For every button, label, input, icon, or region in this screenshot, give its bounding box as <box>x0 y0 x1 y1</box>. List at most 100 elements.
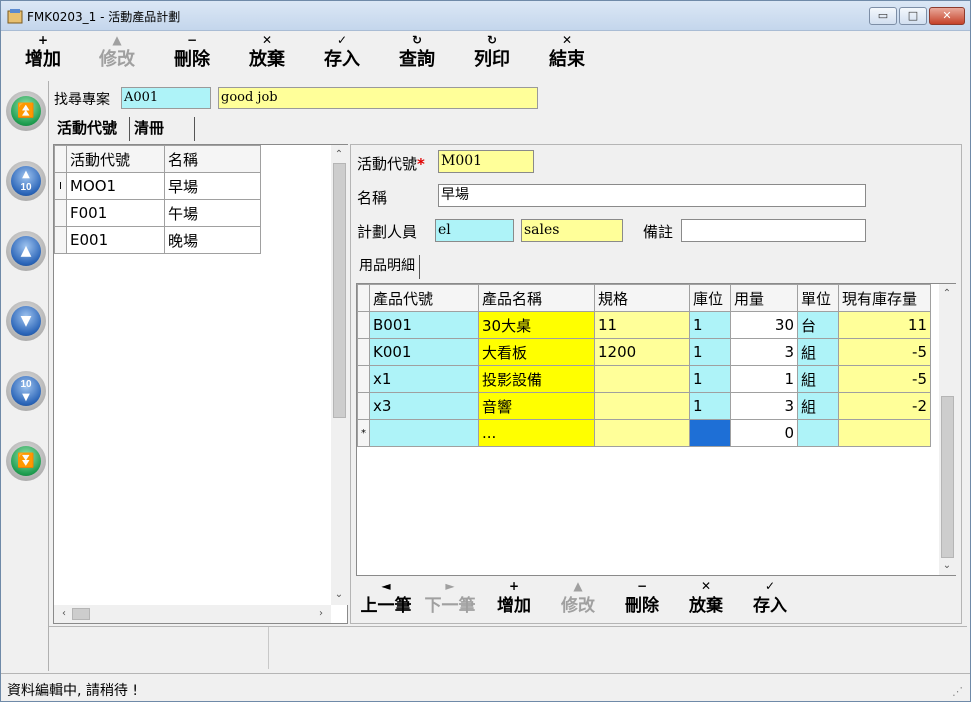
minimize-button[interactable]: ▭ <box>869 7 897 25</box>
detail-delete-button[interactable]: − 刪除 <box>612 579 672 618</box>
table-row[interactable]: E001 晚場 <box>54 226 261 254</box>
scroll-down-icon[interactable]: ⌄ <box>939 558 955 574</box>
col-product-name[interactable]: 產品名稱 <box>478 284 595 312</box>
table-header-row: 活動代號 名稱 <box>54 145 261 173</box>
prev-record-button[interactable]: ▲ <box>6 231 46 271</box>
discard-button[interactable]: ✕ 放棄 <box>237 33 297 75</box>
bottom-panel <box>49 626 967 670</box>
remark-label: 備註 <box>643 223 674 241</box>
search-code-input[interactable]: A001 <box>121 87 211 109</box>
close-button[interactable]: ✕ <box>929 7 965 25</box>
scroll-right-icon[interactable]: › <box>313 606 329 622</box>
up-10-icon: ▲ 10 <box>11 166 41 196</box>
prev-10-button[interactable]: ▲ 10 <box>6 161 46 201</box>
name-label: 名稱 <box>357 189 388 207</box>
required-mark: * <box>417 155 425 173</box>
tab-product-details[interactable]: 用品明細 <box>355 255 420 279</box>
col-unit[interactable]: 單位 <box>797 284 839 312</box>
maximize-button[interactable]: □ <box>899 7 927 25</box>
caret-up-icon: ▲ <box>573 579 583 593</box>
scroll-thumb[interactable] <box>941 396 954 558</box>
scroll-up-icon[interactable]: ⌃ <box>939 286 955 302</box>
check-icon: ✓ <box>764 579 776 593</box>
col-location[interactable]: 庫位 <box>689 284 731 312</box>
col-quantity[interactable]: 用量 <box>730 284 798 312</box>
prev-record-button[interactable]: ◄ 上一筆 <box>356 579 416 618</box>
edit-button[interactable]: ▲ 修改 <box>87 33 147 75</box>
main-toolbar: + 增加 ▲ 修改 − 刪除 ✕ 放棄 ✓ 存入 ↻ 查詢 ↻ 列印 ✕ 結束 <box>1 31 970 77</box>
col-product-code[interactable]: 產品代號 <box>369 284 479 312</box>
next-record-button[interactable]: ▼ <box>6 301 46 341</box>
detail-save-button[interactable]: ✓ 存入 <box>740 579 800 618</box>
col-activity-code[interactable]: 活動代號 <box>66 145 165 173</box>
bottom-panel-cell <box>49 627 269 669</box>
table-header-row: 產品代號 產品名稱 規格 庫位 用量 單位 現有庫存量 <box>357 284 931 312</box>
print-button[interactable]: ↻ 列印 <box>462 33 522 75</box>
row-indicator: I <box>54 172 67 200</box>
add-button[interactable]: + 增加 <box>13 33 73 75</box>
plus-icon: + <box>508 579 520 593</box>
x-icon: ✕ <box>261 33 273 47</box>
planner-label: 計劃人員 <box>357 223 418 241</box>
search-name-field: good job <box>218 87 538 109</box>
activity-list-grid: 活動代號 名稱 I MOO1 早場 F001 午場 E001 晚場 ⌃ ⌄ ‹ … <box>53 144 348 624</box>
table-row[interactable]: I MOO1 早場 <box>54 172 261 200</box>
table-row[interactable]: K001 大看板 1200 1 3 組 -5 <box>357 338 931 366</box>
selected-cell[interactable] <box>689 419 731 447</box>
title-bar: FMK0203_1 - 活動產品計劃 ▭ □ ✕ <box>1 1 970 31</box>
activity-code-input[interactable]: M001 <box>438 150 534 173</box>
scroll-thumb[interactable] <box>333 163 346 418</box>
new-row[interactable]: * ... 0 <box>357 419 931 447</box>
record-nav-column: ⏫ ▲ 10 ▲ ▼ 10 ▼ ⏬ <box>1 81 49 671</box>
scroll-down-icon[interactable]: ⌄ <box>331 587 347 603</box>
status-text: 資料編輯中, 請稍待 ! <box>7 683 138 699</box>
detail-vertical-scrollbar[interactable]: ⌃ ⌄ <box>939 284 956 575</box>
product-detail-table: 產品代號 產品名稱 規格 庫位 用量 單位 現有庫存量 B001 30大桌 11… <box>357 284 931 447</box>
scroll-left-icon[interactable]: ‹ <box>56 606 72 622</box>
table-row[interactable]: x3 音響 1 3 組 -2 <box>357 392 931 420</box>
window-title: FMK0203_1 - 活動產品計劃 <box>27 10 181 24</box>
activity-table: 活動代號 名稱 I MOO1 早場 F001 午場 E001 晚場 <box>54 145 261 254</box>
down-10-icon: 10 ▼ <box>11 376 41 406</box>
col-spec[interactable]: 規格 <box>594 284 690 312</box>
first-record-button[interactable]: ⏫ <box>6 91 46 131</box>
exit-button[interactable]: ✕ 結束 <box>537 33 597 75</box>
query-button[interactable]: ↻ 查詢 <box>387 33 447 75</box>
tab-inventory-list[interactable]: 清冊 <box>131 117 195 141</box>
save-button[interactable]: ✓ 存入 <box>312 33 372 75</box>
col-stock[interactable]: 現有庫存量 <box>838 284 931 312</box>
search-label: 找尋專案 <box>54 92 110 108</box>
minus-icon: − <box>636 579 648 593</box>
refresh-icon: ↻ <box>411 33 423 47</box>
planner-name-field: sales <box>521 219 623 242</box>
last-record-button[interactable]: ⏬ <box>6 441 46 481</box>
col-name[interactable]: 名稱 <box>164 145 261 173</box>
x-icon: ✕ <box>561 33 573 47</box>
remark-input[interactable] <box>681 219 866 242</box>
refresh-icon: ↻ <box>486 33 498 47</box>
scroll-up-icon[interactable]: ⌃ <box>331 147 347 163</box>
next-10-button[interactable]: 10 ▼ <box>6 371 46 411</box>
list-horizontal-scrollbar[interactable]: ‹ › <box>54 605 331 623</box>
h-scroll-thumb[interactable] <box>72 608 90 620</box>
x-icon: ✕ <box>700 579 712 593</box>
tab-activity-code[interactable]: 活動代號 <box>54 117 130 141</box>
table-row[interactable]: B001 30大桌 11 1 30 台 11 <box>357 311 931 339</box>
table-row[interactable]: x1 投影設備 1 1 組 -5 <box>357 365 931 393</box>
detail-toolbar: ◄ 上一筆 ► 下一筆 + 增加 ▲ 修改 − 刪除 ✕ 放棄 ✓ 存入 <box>356 579 956 623</box>
table-row[interactable]: F001 午場 <box>54 199 261 227</box>
double-down-icon: ⏬ <box>11 446 41 476</box>
delete-button[interactable]: − 刪除 <box>162 33 222 75</box>
detail-discard-button[interactable]: ✕ 放棄 <box>676 579 736 618</box>
name-input[interactable]: 早場 <box>438 184 866 207</box>
resize-grip-icon[interactable]: ⋰ <box>952 685 966 699</box>
up-arrow-icon: ▲ <box>11 236 41 266</box>
caret-up-icon: ▲ <box>112 33 122 47</box>
planner-code-input[interactable]: el <box>435 219 514 242</box>
list-vertical-scrollbar[interactable]: ⌃ ⌄ <box>331 145 348 605</box>
detail-edit-button[interactable]: ▲ 修改 <box>548 579 608 618</box>
detail-add-button[interactable]: + 增加 <box>484 579 544 618</box>
status-bar: 資料編輯中, 請稍待 ! ⋰ <box>1 673 970 701</box>
minus-icon: − <box>186 33 198 47</box>
next-record-button[interactable]: ► 下一筆 <box>420 579 480 618</box>
